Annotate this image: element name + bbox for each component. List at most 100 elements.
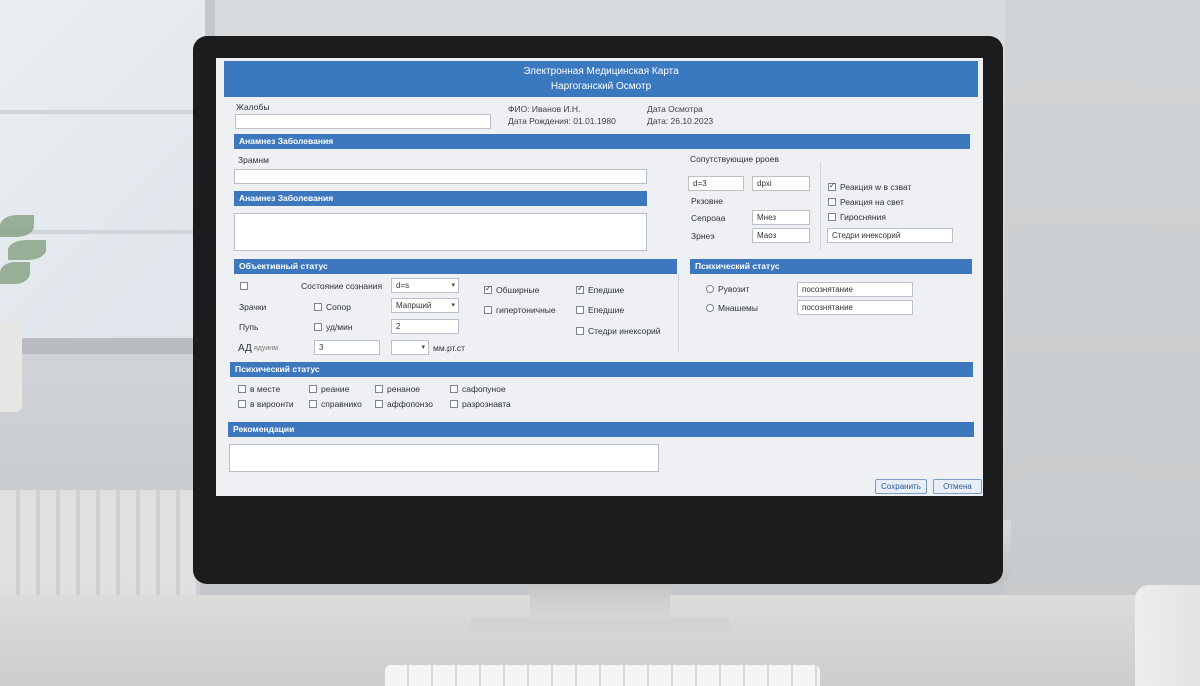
psych-radio-2[interactable] (706, 304, 714, 312)
bp-label: АД (238, 343, 252, 354)
side-panel-title: Сопутствующие рроев (690, 154, 779, 164)
psych-option-3: ренаное (387, 384, 421, 394)
psych-option-5: в вироонти (250, 399, 294, 409)
bp-input[interactable]: 3 (314, 340, 380, 355)
plant-leaf (0, 262, 30, 284)
right-check-label-2: Епедшие (588, 305, 625, 315)
side-checkbox-2[interactable] (828, 198, 836, 206)
psych-row2-input[interactable]: посознятание (797, 300, 913, 315)
mid-checkbox-2[interactable] (484, 306, 492, 314)
app-title: Электронная Медицинская Карта (523, 66, 679, 77)
side-row3-label: Сепроаа (691, 213, 726, 223)
exam-date: Дата: 26.10.2023 (647, 116, 714, 126)
psych-row1-input[interactable]: посознятание (797, 282, 913, 297)
side-check-label-1: Реакция w в сзват (840, 182, 912, 192)
patient-dob: Дата Рождения: 01.01.1980 (508, 116, 616, 126)
side-checkbox-3[interactable] (828, 213, 836, 221)
psych-row2-label: Мнашемы (718, 303, 759, 313)
exam-date-label: Дата Осмотра (647, 104, 703, 114)
side-row3-input[interactable]: Мнез (752, 210, 810, 225)
psych-checkbox-8[interactable] (450, 400, 458, 408)
complaints-label: Жалобы (236, 102, 270, 112)
psych-radio-1[interactable] (706, 285, 714, 293)
objective-bar: Объективный статус (234, 259, 677, 274)
patient-fio: ФИО: Иванов И.Н. (508, 104, 581, 114)
psych-checkbox-4[interactable] (450, 385, 458, 393)
side-check-label-3: Гиросняния (840, 212, 886, 222)
side-other-input[interactable]: Стедри инексорий (827, 228, 953, 243)
psych-right-bar: Психический статус (690, 259, 972, 274)
mid-check-label-1: Обширные (496, 285, 540, 295)
psych-row1-label: Рувозит (718, 284, 750, 294)
side-row2-label: Ркзовне (691, 196, 723, 206)
save-button[interactable]: Сохранить (875, 479, 927, 494)
cancel-button[interactable]: Отмена (933, 479, 982, 494)
chevron-down-icon: ▾ (451, 302, 455, 309)
pulse-label: Пупь (239, 322, 259, 332)
pulse-input[interactable]: 2 (391, 319, 459, 334)
app-header: Электронная Медицинская Карта Наргоганск… (224, 61, 978, 97)
recommendations-textarea[interactable] (229, 444, 659, 472)
side-check-label-2: Реакция на свет (840, 197, 904, 207)
anamnesis-bar-2: Анамнез Заболевания (234, 191, 647, 206)
psych-option-6: справнико (321, 399, 362, 409)
psych-checkbox-6[interactable] (309, 400, 317, 408)
plant-leaf (0, 215, 34, 237)
psych-checkbox-5[interactable] (238, 400, 246, 408)
side-checkbox-1[interactable] (828, 181, 836, 191)
keyboard (385, 665, 820, 686)
app-subtitle: Наргоганский Осмотр (550, 81, 652, 92)
divider (820, 162, 821, 250)
side-field-1[interactable]: d=3 (688, 176, 744, 191)
pulse-unit-label: уд/мин (326, 322, 353, 332)
radiator (0, 490, 200, 600)
anamnesis-textarea[interactable] (234, 213, 647, 251)
psych-checkbox-2[interactable] (309, 385, 317, 393)
emr-screen: Электронная Медицинская Карта Наргоганск… (216, 58, 983, 496)
objective-checkbox[interactable] (240, 282, 248, 290)
sopor-label: Сопор (326, 302, 351, 312)
right-checkbox-1[interactable] (576, 284, 584, 294)
pupils-select[interactable]: Мапрший ▾ (391, 298, 459, 313)
pulse-checkbox[interactable] (314, 323, 322, 331)
side-field-2[interactable]: dpxi (752, 176, 810, 191)
mid-checkbox-1[interactable] (484, 284, 492, 294)
psych-checkbox-3[interactable] (375, 385, 383, 393)
psych-option-1: в месте (250, 384, 281, 394)
bp-select[interactable]: ▾ (391, 340, 429, 355)
consciousness-select[interactable]: d=s ▾ (391, 278, 459, 293)
right-check-label-3: Стедри инексорий (588, 326, 661, 336)
right-checkbox-2[interactable] (576, 306, 584, 314)
mid-check-label-2: гипертоничные (496, 305, 556, 315)
cup (1135, 585, 1200, 686)
plant-pot (0, 322, 22, 412)
psych-checkbox-7[interactable] (375, 400, 383, 408)
complaints-input[interactable] (235, 114, 491, 129)
pupils-value: Мапрший (396, 301, 432, 310)
consciousness-label: Состояние сознания (301, 281, 383, 291)
symptoms-label: Зрамнм (238, 155, 269, 165)
psych-option-2: реание (321, 384, 350, 394)
recommendations-bar: Рекомендации (228, 422, 974, 437)
background-window (0, 0, 215, 340)
sopor-checkbox[interactable] (314, 303, 322, 311)
psych-option-7: аффопонзо (387, 399, 433, 409)
plant-leaf (8, 240, 46, 260)
background-wall (1005, 0, 1200, 686)
chevron-down-icon: ▾ (421, 344, 425, 351)
bp-sub-label: ядуинм (254, 345, 278, 352)
psych-checkbox-1[interactable] (238, 385, 246, 393)
chevron-down-icon: ▾ (451, 282, 455, 289)
anamnesis-bar: Анамнез Заболевания (234, 134, 970, 149)
symptoms-input[interactable] (234, 169, 647, 184)
right-checkbox-3[interactable] (576, 327, 584, 335)
psych-option-4: сафопуное (462, 384, 506, 394)
pupils-label: Зрачки (239, 302, 267, 312)
monitor-stand (470, 618, 730, 632)
right-check-label-1: Епедшие (588, 285, 625, 295)
side-row4-input[interactable]: Маоз (752, 228, 810, 243)
side-row4-label: Зрнеэ (691, 231, 715, 241)
bp-unit: мм.рт.ст (433, 343, 466, 353)
divider (678, 274, 679, 352)
consciousness-value: d=s (396, 281, 410, 290)
